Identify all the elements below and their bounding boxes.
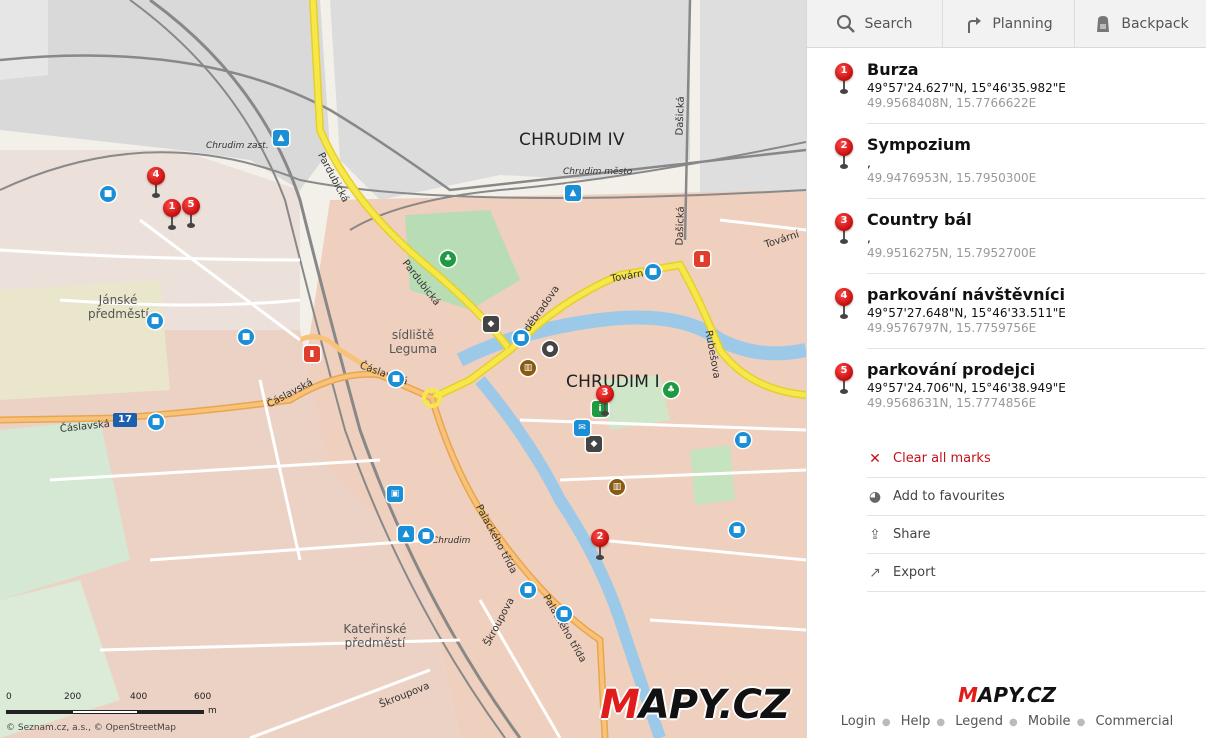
route-arrow-icon (968, 16, 982, 33)
mark-coordinates: 49°57'24.706"N, 15°46'38.949"E (867, 381, 1066, 395)
export-arrow-icon: ↗ (869, 564, 881, 581)
bus-stop-icon[interactable]: ■ (100, 186, 116, 202)
museum-icon[interactable]: ▥ (609, 479, 625, 495)
mark-decimal-coordinates: 49.9568408N, 15.7766622E (867, 96, 1037, 110)
mark-item[interactable]: 2 Sympozium , 49.9476953N, 15.7950300E (807, 130, 1206, 205)
bus-stop-icon[interactable]: ■ (388, 371, 404, 387)
map-pin-3[interactable]: 3 (596, 385, 614, 419)
search-tab[interactable]: Search (807, 0, 943, 47)
area-label: Jánské předměstí (88, 293, 149, 321)
station-label: Chrudim město (563, 167, 633, 177)
street-label: Dašická (674, 206, 687, 246)
mark-actions: ✕ Clear all marks ◕ Add to favourites ⇪ … (867, 440, 1206, 592)
train-station-icon[interactable]: ▲ (565, 185, 581, 201)
mark-pin-icon: 3 (835, 213, 853, 247)
station-label: Chrudim zast. (206, 141, 269, 151)
mapy-logo[interactable]: MAPY.CZ (600, 682, 790, 728)
police-icon[interactable]: ◆ (483, 316, 499, 332)
add-to-favourites-button[interactable]: ◕ Add to favourites (867, 478, 1206, 516)
mark-pin-icon: 1 (835, 63, 853, 97)
mark-coordinates: , (867, 231, 871, 245)
mobile-link[interactable]: Mobile (1028, 714, 1071, 729)
bus-stop-icon[interactable]: ■ (556, 606, 572, 622)
mark-coordinates: 49°57'24.627"N, 15°46'35.982"E (867, 81, 1066, 95)
mark-title[interactable]: parkování prodejci (867, 360, 1035, 379)
bus-stop-icon[interactable]: ■ (645, 264, 661, 280)
mark-title[interactable]: Burza (867, 60, 919, 79)
share-button[interactable]: ⇪ Share (867, 516, 1206, 554)
mark-decimal-coordinates: 49.9476953N, 15.7950300E (867, 171, 1037, 185)
district-label: CHRUDIM IV (519, 130, 625, 150)
legend-link[interactable]: Legend (955, 714, 1003, 729)
map-pin-4[interactable]: 4 (147, 167, 165, 201)
planning-tab[interactable]: Planning (943, 0, 1075, 47)
mark-pin-icon: 2 (835, 138, 853, 172)
mark-decimal-coordinates: 49.9568631N, 15.7774856E (867, 396, 1037, 410)
mark-coordinates: 49°57'27.648"N, 15°46'33.511"E (867, 306, 1066, 320)
mark-item[interactable]: 4 parkování návštěvníci 49°57'27.648"N, … (807, 280, 1206, 355)
train-station-icon[interactable]: ▲ (273, 130, 289, 146)
road-number-shield: 17 (113, 413, 137, 427)
bus-stop-icon[interactable]: ■ (735, 432, 751, 448)
train-station-icon[interactable]: ▲ (398, 526, 414, 542)
bus-stop-icon[interactable]: ■ (513, 330, 529, 346)
museum-icon[interactable]: ▥ (520, 360, 536, 376)
mark-item[interactable]: 5 parkování prodejci 49°57'24.706"N, 15°… (807, 355, 1206, 430)
park-icon[interactable]: ♣ (663, 382, 679, 398)
mark-pin-icon: 4 (835, 288, 853, 322)
backpack-tab[interactable]: Backpack (1075, 0, 1206, 47)
map-pin-2[interactable]: 2 (591, 529, 609, 563)
bus-stop-icon[interactable]: ■ (148, 414, 164, 430)
backpack-icon (1097, 15, 1110, 32)
commercial-link[interactable]: Commercial (1095, 714, 1173, 729)
park-icon[interactable]: ♣ (440, 251, 456, 267)
bus-stop-icon[interactable]: ■ (238, 329, 254, 345)
help-link[interactable]: Help (901, 714, 931, 729)
planning-label: Planning (992, 15, 1053, 32)
backpack-label: Backpack (1121, 15, 1189, 32)
map-copyright[interactable]: © Seznam.cz, a.s., © OpenStreetMap (6, 723, 176, 733)
map-pin-5[interactable]: 5 (182, 197, 200, 231)
bus-stop-icon[interactable]: ■ (520, 582, 536, 598)
cinema-icon[interactable]: ● (542, 341, 558, 357)
close-icon: ✕ (869, 450, 881, 467)
mark-decimal-coordinates: 49.9576797N, 15.7759756E (867, 321, 1037, 335)
street-label: Dašická (674, 96, 687, 136)
post-office-icon[interactable]: ✉ (574, 420, 590, 436)
login-link[interactable]: Login (841, 714, 876, 729)
mark-item[interactable]: 3 Country bál , 49.9516275N, 15.7952700E (807, 205, 1206, 280)
bus-stop-icon[interactable]: ■ (418, 528, 434, 544)
police-icon[interactable]: ◆ (586, 436, 602, 452)
area-label: Kateřinské předměstí (343, 622, 407, 650)
fuel-station-icon[interactable]: ▮ (304, 346, 320, 362)
fuel-station-icon[interactable]: ▮ (694, 251, 710, 267)
mark-decimal-coordinates: 49.9516275N, 15.7952700E (867, 246, 1037, 260)
map-pin-1[interactable]: 1 (163, 199, 181, 233)
mark-title[interactable]: Country bál (867, 210, 972, 229)
mark-item[interactable]: 1 Burza 49°57'24.627"N, 15°46'35.982"E 4… (807, 55, 1206, 130)
map-view[interactable]: CHRUDIM IV CHRUDIM I Jánské předměstí sí… (0, 0, 806, 738)
area-label: sídliště Leguma (388, 328, 438, 356)
mark-title[interactable]: parkování návštěvníci (867, 285, 1065, 304)
search-icon (837, 14, 856, 33)
toolbar: Search Planning Backpack (807, 0, 1206, 48)
share-icon: ⇪ (869, 526, 881, 543)
clear-all-marks-button[interactable]: ✕ Clear all marks (867, 440, 1206, 478)
mark-title[interactable]: Sympozium (867, 135, 971, 154)
mark-coordinates: , (867, 156, 871, 170)
export-button[interactable]: ↗ Export (867, 554, 1206, 592)
bus-station-icon[interactable]: ▣ (387, 486, 403, 502)
bus-stop-icon[interactable]: ■ (147, 313, 163, 329)
footer-links: Login ● Help ● Legend ● Mobile ● Commercial (840, 714, 1174, 729)
search-label: Search (864, 15, 913, 32)
marks-list: 1 Burza 49°57'24.627"N, 15°46'35.982"E 4… (807, 55, 1206, 430)
mapy-logo-small[interactable]: MAPY.CZ (807, 683, 1206, 707)
bus-stop-icon[interactable]: ■ (729, 522, 745, 538)
favourites-icon: ◕ (868, 488, 882, 505)
mark-pin-icon: 5 (835, 363, 853, 397)
side-panel: Search Planning Backpack 1 Burza 49°57'2… (806, 0, 1206, 738)
station-label: Chrudim (432, 536, 471, 546)
